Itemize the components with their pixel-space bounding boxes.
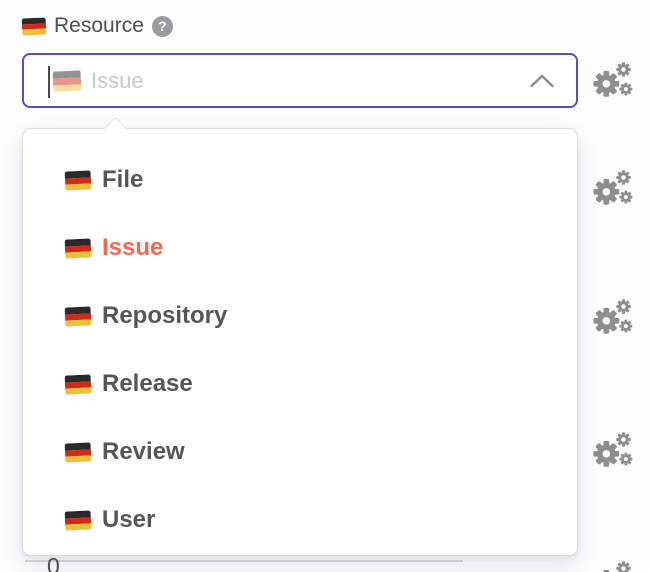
- german-flag-icon: [65, 238, 92, 258]
- german-flag-icon: [65, 306, 92, 326]
- settings-gears-button[interactable]: [592, 429, 634, 471]
- german-flag-icon: [65, 442, 92, 462]
- option-review[interactable]: Review: [23, 418, 577, 486]
- gears-icon: [593, 62, 632, 96]
- field-label: Resource: [54, 14, 144, 38]
- field-label-row: Resource ?: [22, 14, 173, 38]
- resource-combobox[interactable]: Issue: [22, 53, 578, 108]
- chevron-up-icon[interactable]: [528, 72, 556, 89]
- help-icon[interactable]: ?: [152, 16, 173, 37]
- option-user[interactable]: User: [23, 486, 577, 554]
- text-cursor: [48, 66, 50, 98]
- option-issue[interactable]: Issue: [23, 214, 577, 282]
- option-label: Issue: [102, 234, 163, 262]
- german-flag-icon: [65, 170, 92, 190]
- settings-gears-button[interactable]: [592, 296, 634, 338]
- option-label: Repository: [102, 302, 227, 330]
- combobox-placeholder: Issue: [53, 68, 144, 94]
- gears-icon: [593, 561, 632, 572]
- settings-gears-button[interactable]: [592, 167, 634, 209]
- german-flag-icon: [65, 510, 92, 530]
- gears-icon: [593, 432, 632, 466]
- option-release[interactable]: Release: [23, 350, 577, 418]
- placeholder-text: Issue: [91, 68, 144, 94]
- option-repository[interactable]: Repository: [23, 282, 577, 350]
- option-label: File: [102, 166, 143, 194]
- option-label: Release: [102, 370, 193, 398]
- german-flag-icon: [65, 374, 92, 394]
- option-file[interactable]: File: [23, 146, 577, 214]
- divider: [25, 560, 463, 562]
- option-label: User: [102, 506, 155, 534]
- german-flag-icon: [53, 70, 82, 91]
- settings-gears-button[interactable]: [592, 558, 634, 572]
- resource-field-panel: Resource ? Issue 0: [0, 0, 650, 572]
- partial-background-text: 0: [47, 554, 60, 572]
- gears-icon: [593, 170, 632, 204]
- option-label: Review: [102, 438, 185, 466]
- resource-dropdown-listbox: File Issue Repository Release Review Use…: [22, 128, 578, 556]
- german-flag-icon: [22, 17, 47, 35]
- settings-gears-button[interactable]: [592, 59, 634, 101]
- dropdown-notch: [103, 116, 127, 140]
- gears-icon: [593, 299, 632, 333]
